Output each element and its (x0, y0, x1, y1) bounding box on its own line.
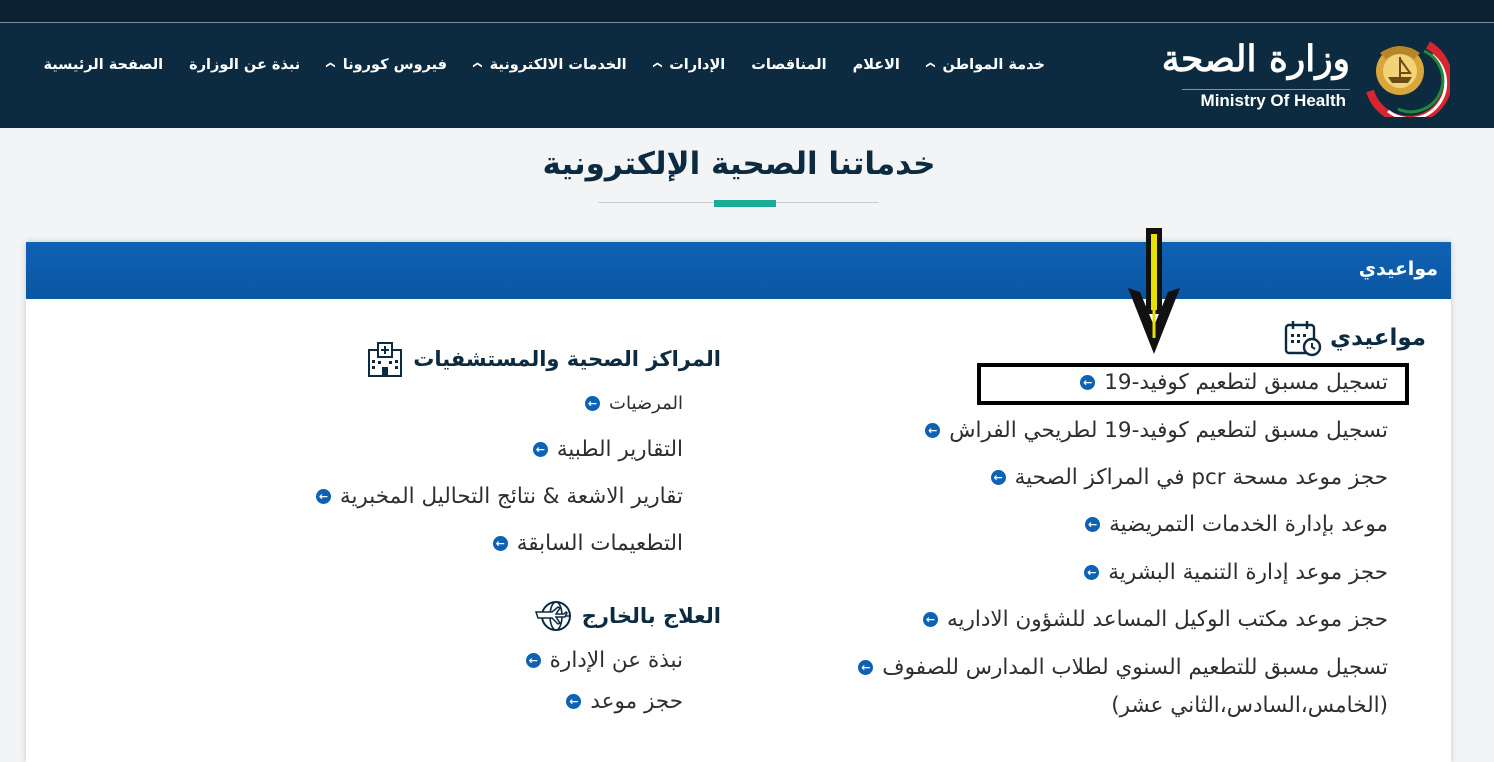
logo-divider (1182, 89, 1350, 90)
top-strip (0, 0, 1494, 22)
nav-item-label: الإدارات (669, 57, 726, 73)
nav-item-label: نبذة عن الوزارة (189, 57, 301, 73)
chevron-down-icon: ❯ (651, 61, 662, 69)
appointments-heading: مواعيدي (1282, 318, 1426, 358)
link-text: المرضيات (609, 393, 683, 414)
nav-item-label: الاعلام (852, 57, 900, 73)
nav-item-media[interactable]: الاعلام (840, 57, 913, 73)
arrow-circle-left-icon: ← (585, 396, 601, 411)
appointments-title: مواعيدي (1329, 325, 1426, 351)
chevron-down-icon: ❯ (924, 61, 935, 69)
link-nursing-services[interactable]: ← موعد بإدارة الخدمات التمريضية (1085, 512, 1388, 537)
health-centers-title: المراكز الصحية والمستشفيات (413, 347, 721, 371)
link-text: تقارير الاشعة & نتائج التحاليل المخبرية (339, 484, 683, 509)
link-about-department[interactable]: ← نبذة عن الإدارة (525, 648, 683, 673)
main-navbar: وزارة الصحة Ministry Of Health الصفحة ال… (0, 23, 1494, 128)
link-text: نبذة عن الإدارة (549, 648, 683, 673)
link-pcr-appointment[interactable]: ← حجز موعد مسحة pcr في المراكز الصحية (990, 465, 1388, 490)
ministry-logo[interactable]: وزارة الصحة Ministry Of Health (1120, 33, 1450, 117)
link-covid-bedridden[interactable]: ← تسجيل مسبق لتطعيم كوفيد-19 لطريحي الفر… (925, 418, 1388, 443)
arrow-circle-left-icon: ← (925, 423, 941, 438)
card-header-title: مواعيدي (1358, 258, 1438, 280)
title-accent-bar (714, 200, 776, 207)
nav-item-eservices[interactable]: الخدمات الالكترونية ❯ (460, 57, 640, 73)
link-human-development[interactable]: ← حجز موعد إدارة التنمية البشرية (1084, 560, 1388, 585)
arrow-circle-left-icon: ← (532, 442, 548, 457)
health-centers-heading: المراكز الصحية والمستشفيات (365, 340, 721, 378)
link-text: حجز موعد مكتب الوكيل المساعد للشؤون الاد… (946, 607, 1388, 632)
arrow-circle-left-icon: ← (922, 612, 938, 627)
nav-menu: الصفحة الرئيسية نبذة عن الوزارة فيروس كو… (30, 57, 1058, 73)
nav-item-label: فيروس كورونا (342, 57, 448, 73)
arrow-circle-left-icon: ← (1085, 517, 1101, 532)
treatment-abroad-heading: العلاج بالخارج (534, 598, 721, 634)
link-medical-reports[interactable]: ← التقارير الطبية (532, 437, 683, 462)
link-text: تسجيل مسبق لتطعيم كوفيد-19 لطريحي الفراش (949, 418, 1388, 443)
card-header: مواعيدي (26, 242, 1451, 299)
link-text: حجز موعد مسحة pcr في المراكز الصحية (1014, 465, 1388, 490)
globe-plane-icon (534, 601, 571, 631)
arrow-circle-left-icon: ← (525, 653, 541, 668)
nav-item-label: الخدمات الالكترونية (489, 57, 627, 73)
hospital-building-icon (368, 342, 403, 377)
arrow-circle-left-icon: ← (566, 694, 582, 709)
calendar-clock-icon (1284, 321, 1322, 357)
treatment-abroad-title: العلاج بالخارج (581, 604, 721, 628)
link-school-vaccination[interactable]: ← تسجيل مسبق للتطعيم السنوي لطلاب المدار… (858, 655, 1388, 680)
link-undersecretary-office[interactable]: ← حجز موعد مكتب الوكيل المساعد للشؤون ال… (922, 607, 1388, 632)
down-arrow-icon (1128, 228, 1180, 354)
nav-item-label: خدمة المواطن (942, 57, 1045, 73)
arrow-circle-left-icon: ← (990, 470, 1006, 485)
link-text: حجز موعد (590, 689, 683, 714)
nav-item-corona[interactable]: فيروس كورونا ❯ (313, 57, 460, 73)
link-text: التطعيمات السابقة (516, 531, 683, 556)
nav-item-label: المناقصات (751, 57, 827, 73)
logo-arabic-text: وزارة الصحة (1161, 38, 1350, 80)
highlight-box (977, 363, 1409, 405)
link-radiology-lab-results[interactable]: ← تقارير الاشعة & نتائج التحاليل المخبري… (315, 484, 683, 509)
arrow-circle-left-icon: ← (858, 660, 874, 675)
link-text: موعد بإدارة الخدمات التمريضية (1109, 512, 1388, 537)
link-text: التقارير الطبية (556, 437, 683, 462)
link-school-vaccination-continued[interactable]: (الخامس،السادس،الثاني عشر) (1111, 689, 1388, 723)
page-title: خدماتنا الصحية الإلكترونية (542, 146, 936, 182)
nav-item-tenders[interactable]: المناقصات (738, 57, 839, 73)
kuwait-emblem-icon (1366, 41, 1450, 117)
nav-item-label: الصفحة الرئيسية (43, 57, 164, 73)
nav-item-citizen-service[interactable]: خدمة المواطن ❯ (913, 57, 1058, 73)
arrow-circle-left-icon: ← (315, 489, 331, 504)
nav-item-home[interactable]: الصفحة الرئيسية (30, 57, 176, 73)
arrow-circle-left-icon: ← (492, 536, 508, 551)
chevron-down-icon: ❯ (325, 61, 336, 69)
arrow-circle-left-icon: ← (1084, 565, 1100, 580)
link-previous-vaccinations[interactable]: ← التطعيمات السابقة (492, 531, 683, 556)
services-card: مواعيدي (26, 242, 1451, 762)
nav-item-departments[interactable]: الإدارات ❯ (640, 57, 739, 73)
nav-item-about[interactable]: نبذة عن الوزارة (176, 57, 313, 73)
logo-english-text: Ministry Of Health (1200, 91, 1346, 110)
link-book-appointment[interactable]: ← حجز موعد (566, 689, 683, 714)
chevron-down-icon: ❯ (471, 61, 482, 69)
link-text: تسجيل مسبق للتطعيم السنوي لطلاب المدارس … (882, 655, 1388, 680)
link-sick-leaves[interactable]: ← المرضيات (585, 393, 683, 414)
link-text: حجز موعد إدارة التنمية البشرية (1108, 560, 1388, 585)
